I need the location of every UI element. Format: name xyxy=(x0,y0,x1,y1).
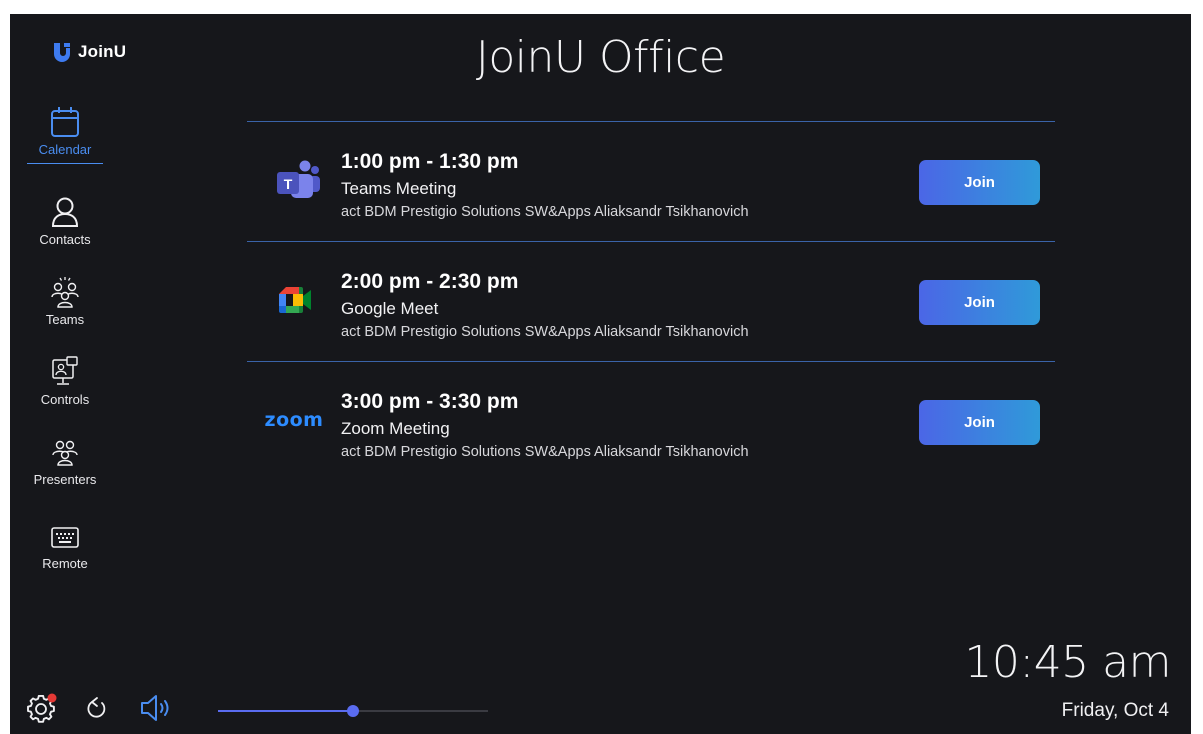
sidebar-item-calendar[interactable]: Calendar xyxy=(10,106,120,164)
gear-icon xyxy=(27,693,57,723)
clock-time: 10:45 am xyxy=(964,637,1171,688)
sidebar-item-label: Presenters xyxy=(33,472,97,487)
meeting-item: T 1:00 pm - 1:30 pm Teams Meeting act BD… xyxy=(247,122,1055,241)
sidebar-item-label: Controls xyxy=(40,392,90,407)
sidebar-item-remote[interactable]: Remote xyxy=(10,526,120,571)
meeting-organizer: act BDM Prestigio Solutions SW&Apps Alia… xyxy=(341,324,749,340)
notification-dot xyxy=(47,693,57,703)
sidebar-item-contacts[interactable]: Contacts xyxy=(10,196,120,247)
sidebar-item-label: Remote xyxy=(42,556,88,571)
presenters-icon xyxy=(52,440,78,466)
meeting-platform-logo: zoom xyxy=(259,400,329,440)
calendar-icon xyxy=(51,107,79,137)
active-indicator xyxy=(27,163,103,164)
speaker-icon xyxy=(141,695,169,721)
meeting-item: zoom 3:00 pm - 3:30 pm Zoom Meeting act … xyxy=(247,362,1055,481)
join-button[interactable]: Join xyxy=(919,400,1040,445)
meeting-item: 2:00 pm - 2:30 pm Google Meet act BDM Pr… xyxy=(247,242,1055,361)
microsoft-teams-icon: T xyxy=(277,160,320,198)
sidebar-item-label: Contacts xyxy=(39,232,91,247)
meeting-time: 2:00 pm - 2:30 pm xyxy=(341,270,519,293)
meeting-organizer: act BDM Prestigio Solutions SW&Apps Alia… xyxy=(341,444,749,460)
meeting-title: Teams Meeting xyxy=(341,179,457,198)
refresh-button[interactable] xyxy=(84,694,110,727)
meeting-list: T 1:00 pm - 1:30 pm Teams Meeting act BD… xyxy=(247,121,1055,481)
sidebar-item-label: Calendar xyxy=(38,142,92,157)
volume-slider[interactable] xyxy=(218,704,488,718)
settings-button[interactable] xyxy=(24,691,60,732)
svg-text:T: T xyxy=(284,176,293,192)
meeting-time: 3:00 pm - 3:30 pm xyxy=(341,390,519,413)
meeting-time: 1:00 pm - 1:30 pm xyxy=(341,150,519,173)
zoom-logo: zoom xyxy=(264,409,324,431)
sidebar-item-label: Teams xyxy=(45,312,85,327)
refresh-icon xyxy=(87,697,106,718)
sidebar-item-controls[interactable]: Controls xyxy=(10,356,120,407)
teams-icon xyxy=(51,277,79,308)
contact-icon xyxy=(51,197,79,227)
volume-button[interactable] xyxy=(138,693,174,728)
meeting-title: Zoom Meeting xyxy=(341,419,450,438)
join-button[interactable]: Join xyxy=(919,160,1040,205)
controls-icon xyxy=(52,356,78,385)
sidebar-item-teams[interactable]: Teams xyxy=(10,276,120,327)
keyboard-icon xyxy=(51,527,79,548)
meeting-organizer: act BDM Prestigio Solutions SW&Apps Alia… xyxy=(341,204,749,220)
app-screen: JoinU JoinU Office Calendar Contacts Tea… xyxy=(10,14,1191,734)
slider-thumb[interactable] xyxy=(347,705,359,717)
slider-fill xyxy=(218,710,353,712)
join-button[interactable]: Join xyxy=(919,280,1040,325)
sidebar-item-presenters[interactable]: Presenters xyxy=(10,436,120,487)
meeting-platform-logo: T xyxy=(269,160,325,200)
meeting-platform-logo xyxy=(269,280,325,320)
page-title: JoinU Office xyxy=(475,32,726,83)
meeting-title: Google Meet xyxy=(341,299,439,318)
google-meet-icon xyxy=(279,287,311,313)
clock-date: Friday, Oct 4 xyxy=(1061,700,1169,721)
